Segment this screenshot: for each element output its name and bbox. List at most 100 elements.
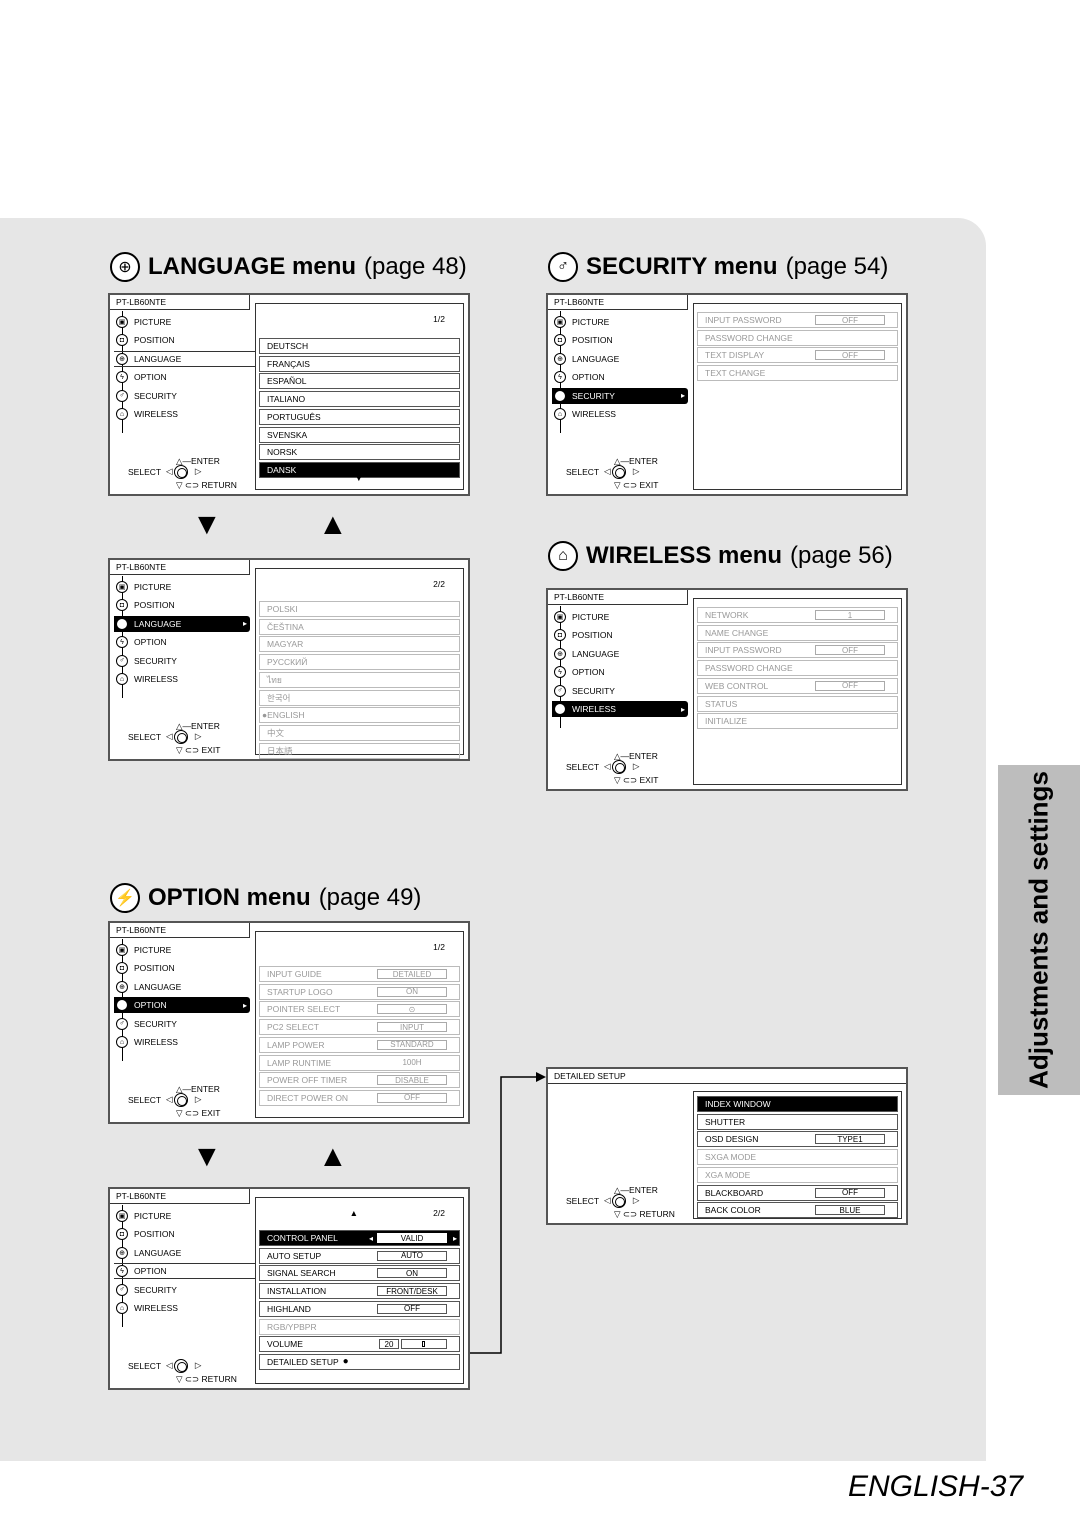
volume-slider[interactable]: [401, 1339, 447, 1350]
scroll-down-icon[interactable]: ▼: [355, 473, 363, 483]
menu-item[interactable]: CONTROL PANEL VALID ◂ ▸: [259, 1230, 460, 1246]
menu-item[interactable]: NAME CHANGE: [697, 624, 898, 641]
nav-item-option[interactable]: ϟ OPTION: [114, 634, 250, 650]
nav-item-picture[interactable]: ▣ PICTURE: [114, 579, 250, 595]
nav-item-picture[interactable]: ▣ PICTURE: [552, 314, 688, 330]
nav-item-security[interactable]: ♂ SECURITY: [114, 1282, 250, 1298]
nav-item-position[interactable]: ◘ POSITION: [114, 332, 250, 348]
nav-item-language[interactable]: ⊕ LANGUAGE: [114, 350, 256, 367]
nav-item-position[interactable]: ◘ POSITION: [114, 960, 250, 976]
nav-item-position[interactable]: ◘ POSITION: [114, 597, 250, 613]
right-arrow-icon[interactable]: ▸: [453, 1234, 457, 1243]
menu-item[interactable]: INPUT PASSWORD OFF: [697, 312, 898, 328]
menu-item[interactable]: ไทย: [259, 671, 460, 688]
menu-item[interactable]: FRANÇAIS: [259, 355, 460, 372]
left-arrow-icon[interactable]: ◂: [369, 1234, 373, 1243]
nav-item-picture[interactable]: ▣ PICTURE: [114, 314, 250, 330]
menu-item[interactable]: HIGHLAND OFF: [259, 1300, 460, 1317]
menu-item[interactable]: ● ENGLISH: [259, 707, 460, 724]
nav-item-security[interactable]: ♂ SECURITY: [114, 653, 250, 669]
nav-item-position[interactable]: ◘ POSITION: [552, 332, 688, 348]
nav-item-wireless[interactable]: ⌂ WIRELESS: [552, 701, 688, 717]
nav-item-language[interactable]: ⊕ LANGUAGE: [114, 979, 250, 995]
menu-item[interactable]: LAMP RUNTIME 100H: [259, 1054, 460, 1071]
nav-item-position[interactable]: ◘ POSITION: [552, 627, 688, 643]
menu-item[interactable]: TEXT DISPLAY OFF: [697, 347, 898, 364]
menu-item[interactable]: INDEX WINDOW: [697, 1096, 898, 1112]
menu-item[interactable]: PASSWORD CHANGE: [697, 660, 898, 677]
menu-item[interactable]: OSD DESIGN TYPE1: [697, 1131, 898, 1148]
menu-item[interactable]: ITALIANO: [259, 391, 460, 408]
menu-item[interactable]: AUTO SETUP AUTO: [259, 1247, 460, 1264]
menu-item-label: ENGLISH: [267, 710, 305, 721]
menu-item[interactable]: PC2 SELECT INPUT: [259, 1019, 460, 1036]
select-label: SELECT: [128, 1095, 162, 1105]
menu-item[interactable]: POWER OFF TIMER DISABLE: [259, 1072, 460, 1089]
menu-item-label: OSD DESIGN: [705, 1134, 759, 1145]
menu-item[interactable]: LAMP POWER STANDARD: [259, 1036, 460, 1053]
nav-item-security[interactable]: ♂ SECURITY: [552, 683, 688, 699]
menu-item[interactable]: ČEŠTINA: [259, 618, 460, 635]
menu-item[interactable]: POINTER SELECT ⊙: [259, 1001, 460, 1018]
menu-item[interactable]: RGB/YPBPR: [259, 1318, 460, 1335]
menu-item[interactable]: XGA MODE: [697, 1166, 898, 1183]
nav-item-option[interactable]: ϟ OPTION: [552, 369, 688, 385]
menu-item[interactable]: РУССКИЙ: [259, 654, 460, 671]
menu-item[interactable]: VOLUME 20: [259, 1336, 460, 1353]
nav-item-option[interactable]: ϟ OPTION: [114, 997, 250, 1014]
scroll-up-icon[interactable]: ▲: [350, 1208, 358, 1218]
menu-item[interactable]: INSTALLATION FRONT/DESK: [259, 1283, 460, 1300]
menu-item[interactable]: PORTUGUÊS: [259, 408, 460, 425]
menu-item[interactable]: PASSWORD CHANGE: [697, 329, 898, 346]
nav-item-picture[interactable]: ▣ PICTURE: [552, 609, 688, 625]
nav-item-security[interactable]: ♂ SECURITY: [552, 387, 688, 404]
menu-item[interactable]: BLACKBOARD OFF: [697, 1184, 898, 1201]
menu-item[interactable]: WEB CONTROL OFF: [697, 677, 898, 694]
nav-item-security[interactable]: ♂ SECURITY: [114, 388, 250, 404]
select-arrows-icon: ◁ ▷: [166, 466, 212, 476]
nav-item-position[interactable]: ◘ POSITION: [114, 1226, 250, 1242]
menu-item[interactable]: 한국어: [259, 689, 460, 706]
nav-item-language[interactable]: ⊕ LANGUAGE: [552, 351, 688, 367]
nav-item-wireless[interactable]: ⌂ WIRELESS: [114, 671, 250, 687]
menu-item[interactable]: STARTUP LOGO ON: [259, 983, 460, 1000]
menu-item[interactable]: NETWORK 1: [697, 607, 898, 623]
nav-item-option[interactable]: ϟ OPTION: [114, 369, 250, 385]
nav-item-picture[interactable]: ▣ PICTURE: [114, 942, 250, 958]
menu-item[interactable]: SIGNAL SEARCH ON: [259, 1265, 460, 1282]
menu-item[interactable]: TEXT CHANGE: [697, 365, 898, 382]
menu-item[interactable]: NORSK: [259, 444, 460, 461]
menu-item[interactable]: INITIALIZE: [697, 713, 898, 730]
nav-item-picture[interactable]: ▣ PICTURE: [114, 1208, 250, 1224]
menu-item[interactable]: ESPAÑOL: [259, 373, 460, 390]
menu-item[interactable]: 中文: [259, 724, 460, 741]
nav-item-language[interactable]: ⊕ LANGUAGE: [552, 646, 688, 662]
menu-item[interactable]: SXGA MODE: [697, 1149, 898, 1166]
menu-item-label: MAGYAR: [267, 639, 304, 650]
menu-item-label: DEUTSCH: [267, 341, 309, 351]
menu-item[interactable]: INPUT GUIDE DETAILED: [259, 966, 460, 982]
nav-item-wireless[interactable]: ⌂ WIRELESS: [114, 1300, 250, 1316]
picture-icon: ▣: [554, 611, 566, 623]
nav-item-wireless[interactable]: ⌂ WIRELESS: [114, 406, 250, 422]
menu-item[interactable]: 日本語: [259, 742, 460, 759]
menu-item[interactable]: DEUTSCH: [259, 338, 460, 354]
menu-item[interactable]: DIRECT POWER ON OFF: [259, 1089, 460, 1106]
select-label: SELECT: [128, 732, 162, 742]
menu-item[interactable]: BACK COLOR BLUE: [697, 1202, 898, 1219]
menu-item[interactable]: DETAILED SETUP ●: [259, 1353, 460, 1370]
nav-item-wireless[interactable]: ⌂ WIRELESS: [114, 1034, 250, 1050]
menu-item[interactable]: INPUT PASSWORD OFF: [697, 642, 898, 659]
nav-item-option[interactable]: ϟ OPTION: [114, 1263, 256, 1280]
nav-item-option[interactable]: ϟ OPTION: [552, 664, 688, 680]
menu-item[interactable]: STATUS: [697, 695, 898, 712]
menu-item[interactable]: POLSKI: [259, 601, 460, 617]
nav-item-language[interactable]: ⊕ LANGUAGE: [114, 615, 250, 632]
nav-item-security[interactable]: ♂ SECURITY: [114, 1016, 250, 1032]
menu-item[interactable]: SHUTTER: [697, 1113, 898, 1130]
menu-item[interactable]: MAGYAR: [259, 636, 460, 653]
menu-item[interactable]: SVENSKA: [259, 426, 460, 443]
slider-knob[interactable]: [422, 1341, 425, 1348]
nav-item-language[interactable]: ⊕ LANGUAGE: [114, 1245, 250, 1261]
nav-item-wireless[interactable]: ⌂ WIRELESS: [552, 406, 688, 422]
